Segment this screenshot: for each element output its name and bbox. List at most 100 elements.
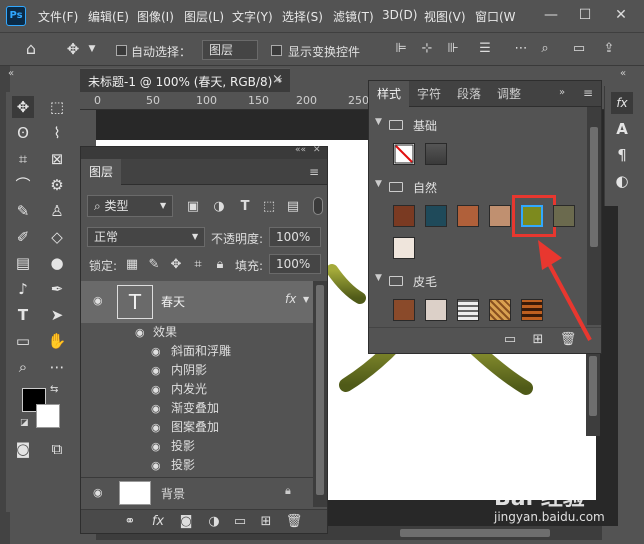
filter-toggle[interactable] <box>313 197 323 215</box>
layer-filter-dropdown[interactable]: ⌕ 类型 ▼ <box>87 195 173 217</box>
menu-image[interactable]: 图像(I) <box>137 8 174 25</box>
lock-position-icon[interactable]: ✥ <box>169 255 183 275</box>
search-icon[interactable]: ⌕ <box>536 39 554 59</box>
type-tool-icon[interactable]: T <box>12 304 34 326</box>
styles-scroll-thumb[interactable] <box>590 127 598 247</box>
style-swatch-sand[interactable] <box>489 205 511 227</box>
tab-adjustments[interactable]: 调整 <box>489 81 529 107</box>
patch-tool-icon[interactable]: ⚙ <box>46 174 68 196</box>
visibility-eye-icon[interactable]: ◉ <box>151 361 161 380</box>
align-right-icon[interactable]: ⊪ <box>444 39 462 59</box>
path-select-icon[interactable]: ➤ <box>46 304 68 326</box>
style-swatch-none[interactable] <box>393 143 415 165</box>
distribute-icon[interactable]: ☰ <box>476 39 494 59</box>
effect-item[interactable]: ◉ 斜面和浮雕 <box>81 342 327 361</box>
tab-styles[interactable]: 样式 <box>369 81 410 107</box>
effects-header[interactable]: ◉ 效果 <box>81 323 327 342</box>
menu-edit[interactable]: 编辑(E) <box>88 8 129 25</box>
layer-row-text[interactable]: ◉ T 春天 fx ▼ <box>81 281 313 323</box>
folder-icon[interactable]: ▭ <box>501 330 519 350</box>
swap-colors-icon[interactable]: ⇆ <box>50 384 58 395</box>
trash-icon[interactable]: 🗑︎ <box>285 512 303 532</box>
style-swatch-default[interactable] <box>425 143 447 165</box>
auto-select-dropdown[interactable]: 图层 <box>202 40 258 60</box>
close-tab-icon[interactable]: × <box>272 72 283 87</box>
maximize-button[interactable]: ☐ <box>574 4 596 26</box>
eraser-tool-icon[interactable]: ◇ <box>46 226 68 248</box>
filter-pixel-icon[interactable]: ▣ <box>185 197 201 217</box>
document-tab[interactable]: 未标题-1 @ 100% (春天, RGB/8) * × <box>80 68 290 92</box>
tab-character[interactable]: 字符 <box>409 81 449 107</box>
expand-panels-icon[interactable]: « <box>620 68 626 79</box>
layers-scroll-thumb[interactable] <box>316 285 324 495</box>
effect-item[interactable]: ◉ 投影 <box>81 437 327 456</box>
visibility-eye-icon[interactable]: ◉ <box>151 380 161 399</box>
more-icon[interactable]: ⋯ <box>512 39 530 59</box>
menu-file[interactable]: 文件(F) <box>38 8 78 25</box>
filter-smart-object-icon[interactable]: ▤ <box>285 197 301 217</box>
align-left-icon[interactable]: ⊫ <box>392 39 410 59</box>
more-tools-icon[interactable]: ⋯ <box>46 356 68 378</box>
effect-item[interactable]: ◉ 投影 <box>81 456 327 475</box>
folder-icon[interactable]: ▭ <box>231 512 249 532</box>
pen-tool-icon[interactable]: ✒ <box>46 278 68 300</box>
horizontal-scroll-thumb[interactable] <box>400 529 550 537</box>
tab-paragraph[interactable]: 段落 <box>449 81 489 107</box>
tab-layers[interactable]: 图层 <box>81 159 122 185</box>
align-center-icon[interactable]: ⊹ <box>418 39 436 59</box>
blend-mode-dropdown[interactable]: 正常 ▼ <box>87 227 205 247</box>
chevron-down-icon[interactable]: ▼ <box>86 39 98 59</box>
style-swatch-water[interactable] <box>425 205 447 227</box>
effect-item[interactable]: ◉ 渐变叠加 <box>81 399 327 418</box>
screen-mode-icon[interactable]: ⧉ <box>46 438 68 460</box>
collapse-arrows-icon[interactable]: « <box>8 68 14 79</box>
visibility-eye-icon[interactable]: ◉ <box>135 323 145 342</box>
default-colors-icon[interactable]: ◪ <box>20 418 29 428</box>
filter-shape-icon[interactable]: ⬚ <box>261 197 277 217</box>
panel-menu-icon[interactable]: ≡ <box>583 86 593 100</box>
menu-select[interactable]: 选择(S) <box>282 8 323 25</box>
quick-select-icon[interactable]: ⌇ <box>46 122 68 144</box>
expand-icon[interactable]: » <box>559 87 565 98</box>
visibility-eye-icon[interactable]: ◉ <box>151 456 161 475</box>
filter-type-icon[interactable]: T <box>237 197 253 217</box>
close-panel-icon[interactable]: ✕ <box>313 145 321 155</box>
style-swatch-zebra[interactable] <box>457 299 479 321</box>
style-swatch-marble[interactable] <box>393 237 415 259</box>
fill-input[interactable]: 100% <box>269 254 321 274</box>
quick-mask-icon[interactable]: ◙ <box>12 438 34 460</box>
visibility-eye-icon[interactable]: ◉ <box>93 294 103 307</box>
lock-transparent-icon[interactable]: ▦ <box>125 255 139 275</box>
move-tool-icon[interactable]: ✥ <box>62 39 84 59</box>
visibility-eye-icon[interactable]: ◉ <box>151 399 161 418</box>
collapse-panel-icon[interactable]: «« <box>295 145 306 155</box>
menu-window[interactable]: 窗口(W <box>475 8 516 25</box>
style-swatch-stone[interactable] <box>553 205 575 227</box>
rectangle-tool-icon[interactable]: ▭ <box>12 330 34 352</box>
lock-all-icon[interactable]: 🔒︎ <box>213 255 227 275</box>
background-color[interactable] <box>36 404 60 428</box>
frame-tool-icon[interactable]: ⊠ <box>46 148 68 170</box>
opacity-input[interactable]: 100% <box>269 227 321 247</box>
visibility-eye-icon[interactable]: ◉ <box>93 486 103 499</box>
menu-layer[interactable]: 图层(L) <box>184 8 224 25</box>
effect-item[interactable]: ◉ 图案叠加 <box>81 418 327 437</box>
zoom-tool-icon[interactable]: ⌕ <box>12 356 34 378</box>
stamp-tool-icon[interactable]: ♙ <box>46 200 68 222</box>
style-group-basic[interactable]: ▼ 基础 <box>369 115 589 135</box>
brush-tool-icon[interactable]: ✎ <box>12 200 34 222</box>
history-brush-icon[interactable]: ✐ <box>12 226 34 248</box>
new-layer-icon[interactable]: ⊞ <box>257 512 275 532</box>
lock-pixels-icon[interactable]: ✎ <box>147 255 161 275</box>
layer-name[interactable]: 背景 <box>161 485 185 502</box>
marquee-tool-icon[interactable]: ⬚ <box>46 96 68 118</box>
character-panel-icon[interactable]: A <box>611 118 633 140</box>
effect-item[interactable]: ◉ 内阴影 <box>81 361 327 380</box>
styles-panel-icon[interactable]: fx <box>611 92 633 114</box>
style-swatch-wood[interactable] <box>393 205 415 227</box>
gradient-tool-icon[interactable]: ▤ <box>12 252 34 274</box>
crop-tool-icon[interactable]: ⌗ <box>12 148 34 170</box>
paragraph-panel-icon[interactable]: ¶ <box>611 144 633 166</box>
menu-filter[interactable]: 滤镜(T) <box>333 8 374 25</box>
vertical-scroll-thumb[interactable] <box>589 356 597 416</box>
